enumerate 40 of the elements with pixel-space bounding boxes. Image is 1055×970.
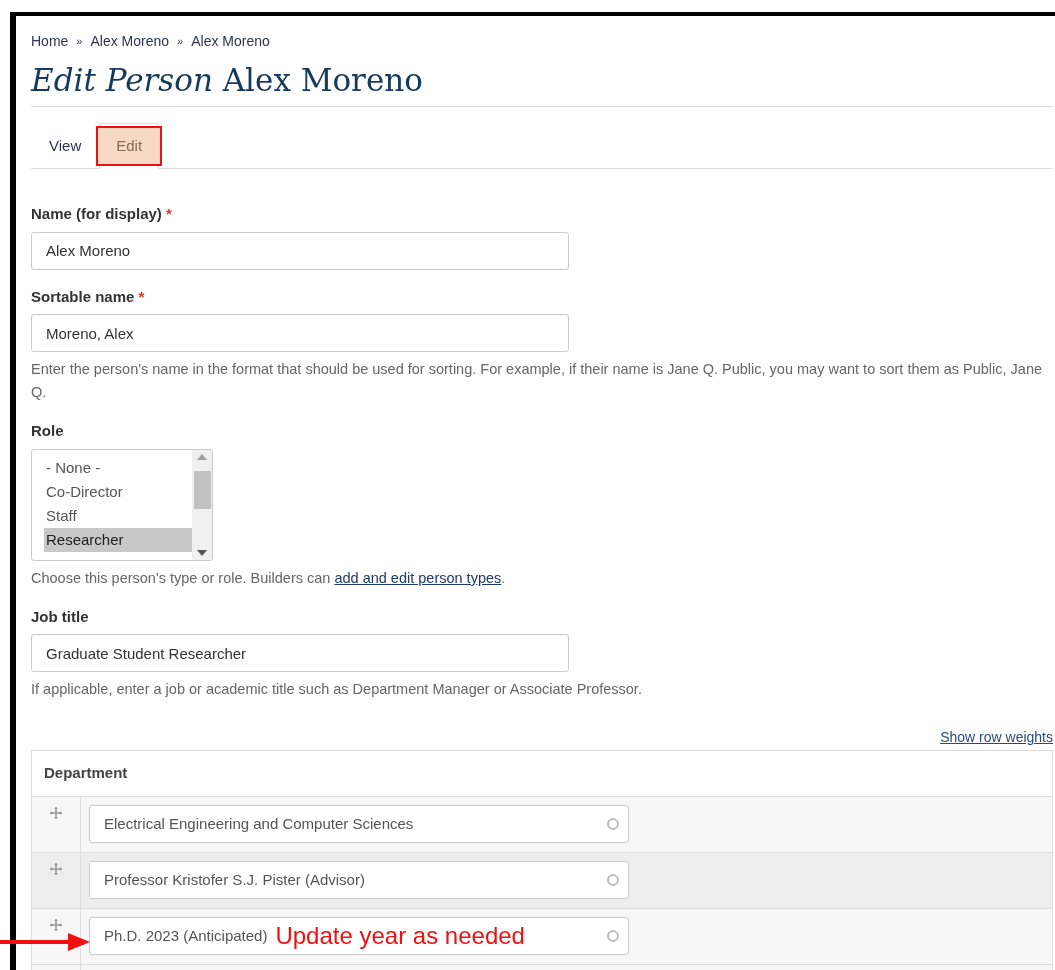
- column-header: Department: [44, 763, 128, 784]
- scroll-down-icon[interactable]: [197, 549, 207, 556]
- text-field[interactable]: Graduate Student Researcher: [31, 634, 569, 672]
- scrollbar-thumb[interactable]: [193, 470, 211, 509]
- autocomplete-field[interactable]: Ph.D. 2023 (Anticipated) Update year as needed: [89, 917, 629, 955]
- field-label: Job title: [31, 606, 89, 627]
- show-row-weights-link[interactable]: Show row weights: [940, 727, 1053, 748]
- listbox-option[interactable]: Researcher: [44, 527, 192, 552]
- text-field[interactable]: Moreno, Alex: [31, 314, 569, 352]
- annotation-text: Update year as needed: [275, 921, 525, 951]
- drag-handle-icon[interactable]: [50, 863, 62, 875]
- drag-handle-icon[interactable]: [50, 807, 62, 819]
- role-listbox[interactable]: - None - Co-Director Staff Researcher: [31, 448, 213, 561]
- tab[interactable]: View: [35, 123, 96, 169]
- listbox-option[interactable]: Co-Director: [44, 479, 192, 504]
- required-mark: *: [138, 286, 145, 307]
- drag-handle-icon[interactable]: [50, 919, 62, 931]
- page-title: Edit Person Alex Moreno: [31, 60, 1053, 107]
- autocomplete-field[interactable]: Professor Kristofer S.J. Pister (Advisor): [89, 861, 629, 899]
- throbber-icon: [606, 817, 620, 831]
- autocomplete-field[interactable]: Electrical Engineering and Computer Sciences: [89, 805, 629, 843]
- help-text: Choose this person's type or role. Builders can add and edit person types.: [31, 568, 507, 588]
- breadcrumb-separator: »: [177, 33, 184, 49]
- breadcrumb-link[interactable]: Alex Moreno: [191, 30, 270, 52]
- required-mark: *: [165, 204, 172, 224]
- field-label: Role: [31, 421, 64, 441]
- scroll-up-icon[interactable]: [197, 453, 207, 460]
- breadcrumb-link[interactable]: Alex Moreno: [90, 30, 170, 52]
- breadcrumb-separator: »: [76, 33, 83, 49]
- field-label: Sortable name: [31, 286, 135, 307]
- help-text: If applicable, enter a job or academic title such as Department Manager or Associate Professor.: [31, 680, 643, 699]
- throbber-icon: [606, 929, 620, 943]
- tab[interactable]: Edit: [99, 123, 160, 169]
- field-label: Name (for display): [31, 204, 162, 224]
- listbox-option[interactable]: Staff: [44, 503, 192, 528]
- listbox-option[interactable]: - None -: [44, 455, 192, 480]
- throbber-icon: [606, 873, 620, 887]
- help-text: Enter the person's name in the format that should be used for sorting. For example, if their name is Jane Q. Public, you may want to sort them as Public, Jane Q.: [31, 360, 1044, 402]
- text-field[interactable]: Alex Moreno: [31, 231, 569, 270]
- breadcrumb-link[interactable]: Home: [31, 30, 69, 52]
